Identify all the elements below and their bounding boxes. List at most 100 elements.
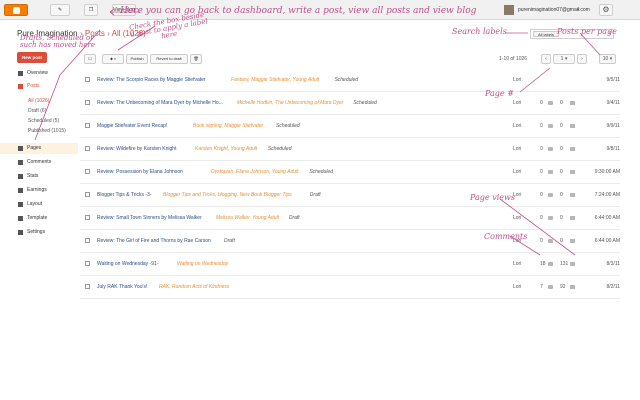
post-title[interactable]: Review: Possession by Elana Johnson bbox=[97, 169, 183, 175]
post-title[interactable]: Blogger Tips & Tricks -3- bbox=[97, 192, 151, 198]
post-title[interactable]: Review: The Unbecoming of Mara Dyer by M… bbox=[97, 100, 223, 106]
views-icon bbox=[570, 239, 575, 243]
views-icon bbox=[570, 285, 575, 289]
post-labels[interactable]: Blogger Tips and Tricks, blogging, New B… bbox=[163, 192, 292, 198]
sidebar-sub-published[interactable]: Published (1015) bbox=[28, 128, 66, 134]
post-row[interactable]: Review: The Unbecoming of Mara Dyer by M… bbox=[80, 91, 620, 115]
layout-icon bbox=[18, 202, 23, 207]
post-view-count: 92 bbox=[560, 284, 566, 290]
post-row[interactable]: Maggie Stiefvater Event Recap! Book signi… bbox=[80, 114, 620, 138]
post-row[interactable]: Blogger Tips & Tricks -3- Blogger Tips an… bbox=[80, 183, 620, 207]
post-view-count: 0 bbox=[560, 215, 563, 221]
post-author: Lori bbox=[513, 169, 522, 175]
posts-per-page-select[interactable]: 10 ▾ bbox=[599, 54, 616, 64]
sidebar-item-posts[interactable]: Posts bbox=[0, 81, 78, 92]
new-post-pencil-button[interactable]: ✎ bbox=[50, 4, 70, 16]
comments-icon bbox=[18, 160, 23, 165]
sidebar-item-label: Layout bbox=[27, 201, 43, 207]
annotation-per-page: Posts per page bbox=[557, 27, 617, 36]
post-date: 8/3/11 bbox=[606, 261, 620, 267]
post-labels[interactable]: RAK, Random Acts of Kindness bbox=[159, 284, 229, 290]
label-filter-select[interactable]: All labels bbox=[533, 31, 559, 37]
sidebar-item-template[interactable]: Template bbox=[0, 213, 78, 224]
post-row[interactable]: July RAK Thank You's! RAK, Random Acts of… bbox=[80, 275, 620, 299]
annotation-comments: Comments bbox=[484, 232, 528, 241]
post-author: Lori bbox=[513, 100, 522, 106]
label-button[interactable]: ⬥ ▾ bbox=[102, 54, 124, 64]
post-checkbox[interactable] bbox=[85, 169, 90, 174]
views-icon bbox=[570, 216, 575, 220]
post-title[interactable]: Review: Wildefire by Karsten Knight bbox=[97, 146, 176, 152]
blogger-icon bbox=[13, 7, 20, 14]
revert-to-draft-button[interactable]: Revert to draft bbox=[150, 54, 188, 64]
stats-icon bbox=[18, 174, 23, 179]
new-post-button[interactable]: New post bbox=[17, 52, 47, 63]
post-title[interactable]: Review: The Scorpio Races by Maggie Stie… bbox=[97, 77, 206, 83]
post-labels[interactable]: Michelle Hodkin, The Unbecoming of Mara … bbox=[237, 100, 343, 106]
select-all-checkbox[interactable]: ☐ bbox=[84, 54, 96, 64]
post-labels[interactable]: Melissa Walker, Young Adult bbox=[216, 215, 279, 221]
post-labels[interactable]: Book signing, Maggie Stiefvater bbox=[193, 123, 263, 129]
sidebar-item-settings[interactable]: Settings bbox=[0, 227, 78, 238]
views-icon bbox=[570, 262, 575, 266]
post-labels[interactable]: Fantasy, Maggie Stiefvater, Young Adult bbox=[231, 77, 319, 83]
post-checkbox[interactable] bbox=[85, 123, 90, 128]
post-row[interactable]: Waiting on Wednesday -91- Waiting on Wedn… bbox=[80, 252, 620, 276]
post-checkbox[interactable] bbox=[85, 192, 90, 197]
sidebar-item-layout[interactable]: Layout bbox=[0, 199, 78, 210]
comment-icon bbox=[548, 216, 553, 220]
comment-icon bbox=[548, 193, 553, 197]
post-labels[interactable]: Dystopian, Elana Johnson, Young Adult bbox=[211, 169, 299, 175]
post-comment-count: 0 bbox=[540, 100, 543, 106]
sidebar-sub-all[interactable]: All (1026) bbox=[28, 98, 49, 104]
sidebar-item-pages[interactable]: Pages bbox=[0, 143, 78, 154]
views-icon bbox=[570, 147, 575, 151]
post-title[interactable]: Waiting on Wednesday -91- bbox=[97, 261, 158, 267]
post-checkbox[interactable] bbox=[85, 146, 90, 151]
annotation-top: Here you can go back to dashboard, write… bbox=[120, 6, 477, 16]
sidebar-item-comments[interactable]: Comments bbox=[0, 157, 78, 168]
post-author: Lori bbox=[513, 146, 522, 152]
comment-icon bbox=[548, 101, 553, 105]
prev-page-button[interactable]: ‹ bbox=[541, 54, 551, 64]
publish-button[interactable]: Publish bbox=[126, 54, 148, 64]
pages-icon bbox=[18, 146, 23, 151]
post-checkbox[interactable] bbox=[85, 215, 90, 220]
post-comment-count: 0 bbox=[540, 169, 543, 175]
post-checkbox[interactable] bbox=[85, 100, 90, 105]
post-checkbox[interactable] bbox=[85, 284, 90, 289]
sidebar-item-overview[interactable]: Overview bbox=[0, 68, 78, 79]
post-view-count: 0 bbox=[560, 169, 563, 175]
post-row[interactable]: Review: Small Town Sinners by Melissa Wa… bbox=[80, 206, 620, 230]
post-row[interactable]: Review: The Scorpio Races by Maggie Stie… bbox=[80, 68, 620, 92]
blogger-menu-button[interactable] bbox=[4, 4, 28, 16]
post-labels[interactable]: Karsten Knight, Young Adult bbox=[195, 146, 257, 152]
posts-icon bbox=[18, 84, 23, 89]
post-row[interactable]: Review: The Girl of Fire and Thorns by R… bbox=[80, 229, 620, 253]
post-title[interactable]: Review: Small Town Sinners by Melissa Wa… bbox=[97, 215, 202, 221]
sidebar-item-stats[interactable]: Stats bbox=[0, 171, 78, 182]
delete-button[interactable]: 🗑 bbox=[190, 54, 202, 64]
sidebar-sub-scheduled[interactable]: Scheduled (5) bbox=[28, 118, 59, 124]
post-row[interactable]: Review: Possession by Elana Johnson Dysto… bbox=[80, 160, 620, 184]
sidebar-sub-draft[interactable]: Draft (6) bbox=[28, 108, 46, 114]
post-checkbox[interactable] bbox=[85, 261, 90, 266]
post-labels[interactable]: Waiting on Wednesday bbox=[177, 261, 228, 267]
page-number-select[interactable]: 1 ▾ bbox=[553, 54, 575, 64]
post-author: Lori bbox=[513, 123, 522, 129]
post-status: Draft bbox=[288, 215, 300, 221]
gear-icon[interactable]: ⚙ bbox=[599, 4, 613, 16]
sidebar-item-earnings[interactable]: Earnings bbox=[0, 185, 78, 196]
post-title[interactable]: July RAK Thank You's! bbox=[97, 284, 147, 290]
post-row[interactable]: Review: Wildefire by Karsten Knight Karst… bbox=[80, 137, 620, 161]
post-checkbox[interactable] bbox=[85, 77, 90, 82]
post-title[interactable]: Review: The Girl of Fire and Thorns by R… bbox=[97, 238, 211, 244]
sidebar-item-label: Posts bbox=[27, 83, 40, 89]
all-posts-button[interactable]: ❐ bbox=[84, 4, 98, 16]
sidebar-item-label: Stats bbox=[27, 173, 39, 179]
post-title[interactable]: Maggie Stiefvater Event Recap! bbox=[97, 123, 167, 129]
sidebar-item-label: Pages bbox=[27, 145, 42, 151]
next-page-button[interactable]: › bbox=[577, 54, 587, 64]
post-checkbox[interactable] bbox=[85, 238, 90, 243]
account-menu[interactable]: purenimagination07@gmail.com ▾ bbox=[504, 4, 590, 16]
